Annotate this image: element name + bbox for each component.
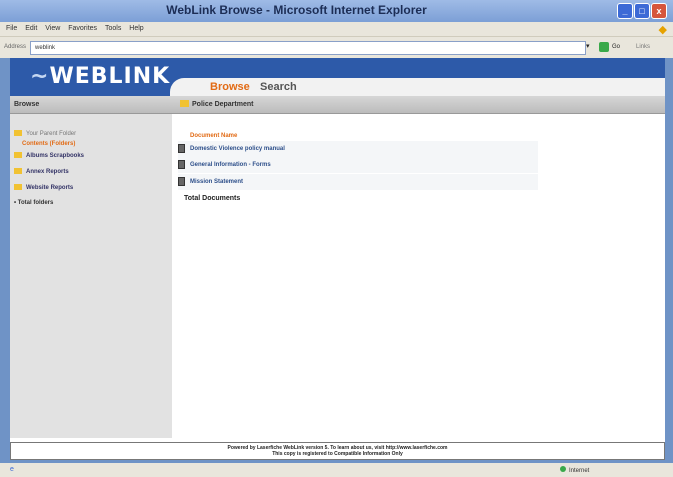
sidebar-item-contents: Contents (Folders) [22, 141, 76, 147]
sidebar-item-albums[interactable]: Albums Scrapbooks [14, 152, 84, 159]
banner: ~WEBLINK Browse Search [10, 58, 665, 96]
folder-icon [14, 168, 22, 174]
sidebar-item-label: Total folders [17, 200, 54, 206]
document-list: Document Name Domestic Violence policy m… [172, 114, 665, 438]
weblink-logo: ~WEBLINK [30, 64, 170, 89]
sidebar-item-label: Annex Reports [26, 169, 69, 175]
menu-edit[interactable]: Edit [25, 25, 37, 32]
status-bar: e Internet [0, 463, 673, 477]
sidebar-item-label: Your Parent Folder [26, 131, 77, 137]
swoosh-icon: ~ [30, 64, 50, 89]
sidebar-item-label: Albums Scrapbooks [26, 153, 85, 159]
menu-file[interactable]: File [6, 25, 17, 32]
tab-search[interactable]: Search [260, 81, 297, 93]
footer-line-2: This copy is registered to Compatible In… [272, 451, 403, 457]
tab-strip: Browse Search [170, 78, 665, 96]
links-button[interactable]: Links [636, 44, 650, 50]
document-icon [178, 177, 185, 186]
document-link[interactable]: Domestic Violence policy manual [190, 146, 285, 152]
folder-icon [14, 130, 22, 136]
globe-icon [560, 466, 566, 472]
folder-icon [14, 184, 22, 190]
list-item[interactable]: Mission Statement [178, 174, 538, 190]
go-button[interactable]: Go [612, 44, 620, 50]
address-dropdown-icon[interactable]: ▾ [586, 42, 590, 50]
footer: Powered by Laserfiche WebLink version 5.… [10, 442, 665, 460]
go-arrow-icon[interactable] [599, 42, 609, 52]
menu-view[interactable]: View [45, 25, 60, 32]
menu-help[interactable]: Help [129, 25, 143, 32]
address-label: Address [4, 44, 27, 50]
sidebar-item-parent-folder[interactable]: Your Parent Folder [14, 130, 76, 137]
folder-icon [14, 152, 22, 158]
logo-text: WEBLINK [49, 64, 171, 89]
sidebar-item-label: Website Reports [26, 185, 74, 191]
menu-bar: File Edit View Favorites Tools Help ◆ [0, 22, 673, 36]
title-bar: WebLink Browse - Microsoft Internet Expl… [0, 0, 673, 22]
list-item[interactable]: General Information - Forms [178, 157, 538, 173]
total-documents: Total Documents [184, 195, 241, 202]
list-item[interactable]: Domestic Violence policy manual [178, 141, 538, 157]
windows-logo-icon: ◆ [658, 24, 667, 36]
browser-window: WebLink Browse - Microsoft Internet Expl… [0, 0, 673, 477]
browse-label: Browse [14, 101, 40, 108]
column-header-document-name[interactable]: Document Name [190, 133, 237, 139]
maximize-button[interactable]: □ [634, 3, 650, 19]
nav-bar: Browse Police Department [10, 96, 665, 114]
sidebar-total-folders: • Total folders [14, 200, 54, 206]
folder-icon [180, 100, 189, 107]
tab-browse[interactable]: Browse [210, 81, 250, 93]
breadcrumb: Police Department [180, 100, 253, 108]
security-zone: Internet [560, 466, 589, 474]
zone-label: Internet [569, 468, 590, 474]
page-icon: e [10, 466, 14, 473]
breadcrumb-label: Police Department [192, 101, 254, 108]
address-input[interactable]: weblink [30, 41, 586, 55]
window-title: WebLink Browse - Microsoft Internet Expl… [166, 3, 427, 17]
sidebar: Your Parent Folder Contents (Folders) Al… [10, 114, 172, 438]
minimize-button[interactable]: _ [617, 3, 633, 19]
document-link[interactable]: Mission Statement [190, 179, 243, 185]
menu-favorites[interactable]: Favorites [68, 25, 97, 32]
page-content: ~WEBLINK Browse Search Browse Police Dep… [10, 58, 665, 460]
sidebar-item-website-reports[interactable]: Website Reports [14, 184, 73, 191]
document-icon [178, 144, 185, 153]
close-button[interactable]: x [651, 3, 667, 19]
address-bar: Address weblink ▾ Go Links [0, 36, 673, 58]
sidebar-item-annex-reports[interactable]: Annex Reports [14, 168, 69, 175]
menu-tools[interactable]: Tools [105, 25, 121, 32]
document-icon [178, 160, 185, 169]
document-link[interactable]: General Information - Forms [190, 162, 271, 168]
